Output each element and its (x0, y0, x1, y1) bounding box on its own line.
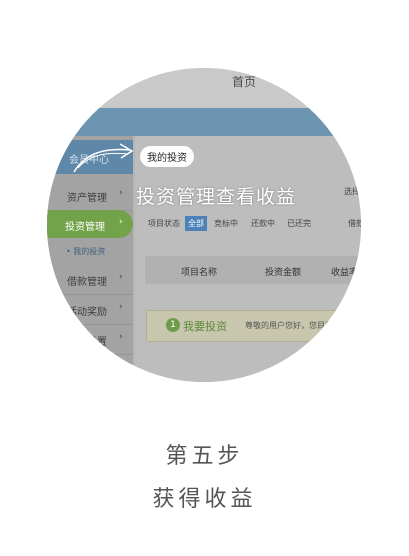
overlay-caption: 投资管理查看收益 (136, 186, 297, 208)
sidebar-item-label: 账户设置 (67, 337, 107, 348)
notice-desc: 尊敬的用户您好，您目前 (245, 321, 333, 330)
chevron-right-icon: › (119, 188, 123, 198)
step-caption: 第五步 (165, 444, 244, 469)
filter-label: 项目状态 (148, 219, 180, 228)
step-description: 获得收益 (152, 487, 257, 512)
sidebar-item-label: 资产管理 (67, 193, 107, 204)
sidebar-item-label: 活动奖励 (67, 307, 107, 318)
filter-repaid[interactable]: 已还完 (287, 218, 311, 229)
filter-loan[interactable]: 借款 (348, 218, 361, 229)
sidebar-item-loans[interactable]: 借款管理 › (47, 264, 133, 295)
sidebar-item-label: 投资管理 (65, 222, 105, 233)
filter-bidding[interactable]: 竞标中 (214, 218, 238, 229)
sidebar-item-label: 借款管理 (67, 277, 107, 288)
invest-notice: 1 我要投资 尊敬的用户您好，您目前 (146, 310, 361, 342)
sidebar-item-investment[interactable]: 投资管理 › (47, 210, 133, 238)
chevron-right-icon: › (119, 272, 123, 282)
chevron-right-icon: › (119, 332, 123, 342)
hand-drawn-arrow-icon (73, 143, 134, 173)
screenshot-circle: 首页 会员中心 资产管理 › 投资管理 › • 我的投资 借款管理 › 活动奖励… (47, 68, 361, 382)
header-strip (47, 108, 361, 136)
sidebar-item-assets[interactable]: 资产管理 › (47, 180, 133, 211)
column-header: 投资金额 (265, 268, 302, 278)
filter-all-chip[interactable]: 全部 (185, 216, 207, 231)
step-number-badge: 1 (166, 318, 180, 332)
sidebar-item-settings[interactable]: 账户设置 › (47, 324, 133, 355)
top-navbar (47, 68, 361, 108)
my-investment-bubble: 我的投资 (140, 146, 194, 167)
filter-repaying[interactable]: 还款中 (251, 218, 275, 229)
sidebar-item-rewards[interactable]: 活动奖励 › (47, 294, 133, 325)
chevron-right-icon: › (119, 302, 123, 312)
notice-title[interactable]: 我要投资 (183, 318, 227, 334)
sidebar-subitem-my-investment[interactable]: • 我的投资 (66, 246, 105, 257)
column-header: 项目名称 (181, 268, 218, 278)
column-header: 收益率 (331, 268, 359, 278)
chevron-right-icon: › (119, 217, 123, 227)
table-header: 项目名称 投资金额 收益率 (145, 256, 361, 284)
select-hint: 选择 (344, 187, 360, 196)
nav-home-link[interactable]: 首页 (232, 73, 256, 90)
